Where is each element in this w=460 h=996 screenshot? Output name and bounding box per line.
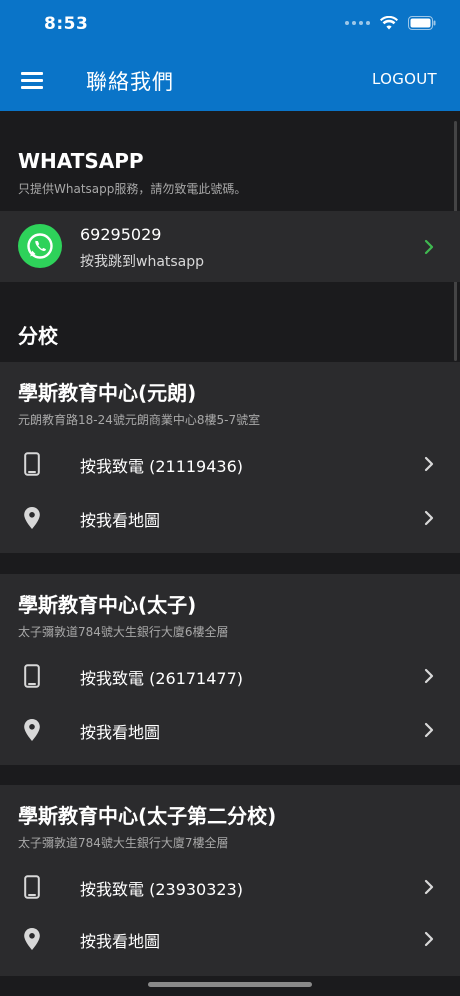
branch-name: 學斯教育中心(太子): [18, 593, 197, 617]
chevron-right-icon: [424, 722, 434, 738]
toolbar: 聯絡我們 LOGOUT: [0, 50, 460, 111]
logout-button[interactable]: LOGOUT: [372, 70, 437, 88]
branch-name: 學斯教育中心(元朗): [18, 381, 197, 405]
branch-address: 元朗教育路18-24號元朗商業中心8樓5-7號室: [18, 413, 261, 427]
page-title: 聯絡我們: [86, 70, 174, 94]
call-label: 按我致電 (23930323): [80, 880, 244, 899]
location-pin-icon: [22, 718, 42, 742]
chevron-right-icon: [424, 879, 434, 895]
chevron-right-icon: [424, 239, 434, 255]
map-label: 按我看地圖: [80, 932, 161, 951]
map-label: 按我看地圖: [80, 511, 161, 530]
home-indicator[interactable]: [148, 982, 312, 987]
branches-section-title: 分校: [18, 324, 58, 348]
hamburger-menu-icon[interactable]: [16, 64, 48, 96]
status-icons: [345, 16, 436, 30]
signal-dots-icon: [345, 21, 370, 25]
map-label: 按我看地圖: [80, 723, 161, 742]
whatsapp-row[interactable]: 69295029 按我跳到whatsapp: [0, 211, 460, 282]
call-label: 按我致電 (21119436): [80, 457, 244, 476]
map-button[interactable]: 按我看地圖: [0, 492, 460, 544]
location-pin-icon: [22, 506, 42, 530]
call-button[interactable]: 按我致電 (21119436): [0, 438, 460, 490]
app-bar: 8:53 聯絡我們 LOGOUT: [0, 0, 460, 111]
wifi-icon: [380, 16, 398, 30]
branch-card: 學斯教育中心(太子) 太子彌敦道784號大生銀行大廈6樓全層 按我致電 (261…: [0, 574, 460, 765]
call-button[interactable]: 按我致電 (23930323): [0, 861, 460, 913]
branch-address: 太子彌敦道784號大生銀行大廈6樓全層: [18, 625, 229, 639]
branch-name: 學斯教育中心(太子第二分校): [18, 804, 277, 828]
location-pin-icon: [22, 927, 42, 951]
branch-card: 學斯教育中心(元朗) 元朗教育路18-24號元朗商業中心8樓5-7號室 按我致電…: [0, 362, 460, 553]
call-label: 按我致電 (26171477): [80, 669, 244, 688]
map-button[interactable]: 按我看地圖: [0, 704, 460, 756]
branch-card: 學斯教育中心(太子第二分校) 太子彌敦道784號大生銀行大廈7樓全層 按我致電 …: [0, 785, 460, 976]
branch-address: 太子彌敦道784號大生銀行大廈7樓全層: [18, 836, 229, 850]
phone-icon: [22, 452, 42, 476]
status-time: 8:53: [44, 14, 89, 34]
chevron-right-icon: [424, 668, 434, 684]
battery-icon: [408, 16, 436, 30]
call-button[interactable]: 按我致電 (26171477): [0, 650, 460, 702]
chevron-right-icon: [424, 456, 434, 472]
phone-icon: [22, 664, 42, 688]
phone-icon: [22, 875, 42, 899]
whatsapp-icon: [18, 224, 62, 268]
whatsapp-section-title: WHATSAPP: [18, 149, 144, 173]
chevron-right-icon: [424, 931, 434, 947]
chevron-right-icon: [424, 510, 434, 526]
whatsapp-number: 69295029: [80, 225, 162, 244]
status-bar: 8:53: [0, 0, 460, 50]
whatsapp-section-subtitle: 只提供Whatsapp服務，請勿致電此號碼。: [18, 182, 247, 196]
whatsapp-action-label: 按我跳到whatsapp: [80, 254, 205, 270]
map-button[interactable]: 按我看地圖: [0, 913, 460, 965]
